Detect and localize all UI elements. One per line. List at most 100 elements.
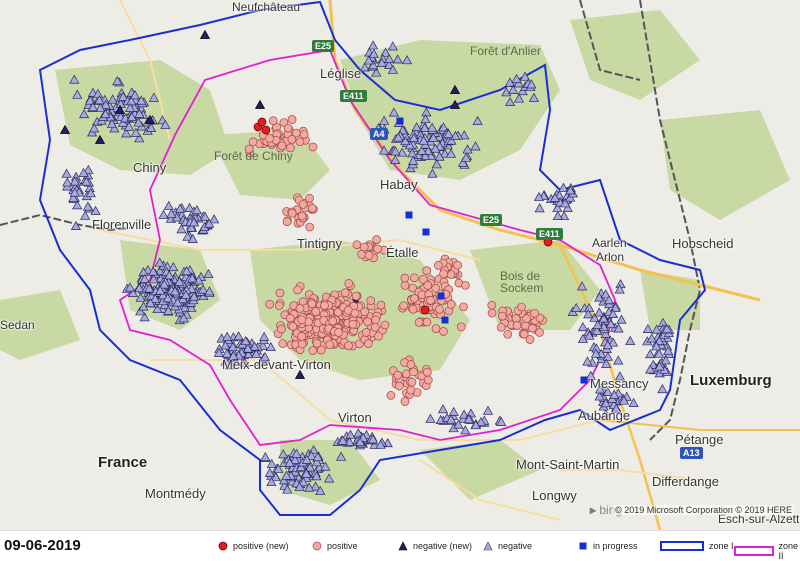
place-france: France xyxy=(98,454,148,471)
negative-marker xyxy=(625,335,636,345)
place-habay: Habay xyxy=(380,177,418,192)
place-sedan: Sedan xyxy=(0,318,35,332)
positive-marker xyxy=(386,391,396,400)
positive-marker xyxy=(528,323,537,333)
negative-marker xyxy=(534,203,545,213)
positive-marker xyxy=(274,301,284,311)
negative-marker xyxy=(163,200,174,210)
legend-zone-ii-label: zone II xyxy=(778,541,799,561)
positive-marker xyxy=(287,115,297,124)
road-shield-e411-east: E411 xyxy=(536,228,563,240)
positive-marker xyxy=(461,280,470,290)
place-etalle: Étalle xyxy=(386,245,419,260)
legend-positive-new-label: positive (new) xyxy=(233,541,289,551)
positive-marker xyxy=(522,314,531,324)
positive-marker xyxy=(359,242,369,252)
negative-new-marker xyxy=(199,29,211,39)
positive-marker xyxy=(496,322,506,332)
place-florenville: Florenville xyxy=(92,217,152,232)
positive-marker xyxy=(364,251,374,260)
in-progress-marker-icon xyxy=(579,542,587,550)
positive-marker xyxy=(446,300,456,309)
in-progress-marker xyxy=(441,316,449,324)
positive-marker xyxy=(361,328,371,337)
in-progress-marker xyxy=(396,117,404,125)
positive-marker xyxy=(400,397,410,406)
positive-marker xyxy=(282,217,292,227)
positive-marker xyxy=(297,315,307,325)
positive-marker xyxy=(248,137,258,147)
positive-marker xyxy=(512,321,522,330)
negative-marker xyxy=(222,331,233,341)
road-shield-e25-east: E25 xyxy=(480,214,503,226)
positive-marker xyxy=(363,317,372,327)
legend-zone-i: zone I xyxy=(660,541,734,551)
positive-marker xyxy=(360,307,370,317)
positive-marker xyxy=(434,261,443,270)
positive-marker xyxy=(305,222,315,232)
positive-marker xyxy=(328,316,338,326)
negative-new-marker-icon xyxy=(398,541,408,551)
place-arlon: Arlon xyxy=(596,250,625,264)
positive-marker xyxy=(278,339,288,348)
map-copyright: © 2019 Microsoft Corporation © 2019 HERE xyxy=(613,505,794,515)
positive-marker xyxy=(352,240,362,250)
negative-marker xyxy=(448,406,459,416)
positive-marker xyxy=(298,200,308,209)
negative-marker xyxy=(437,404,449,414)
zone-i-swatch xyxy=(660,541,704,551)
positive-marker xyxy=(299,130,309,139)
positive-marker xyxy=(287,135,297,144)
road-shield-e25-north: E25 xyxy=(312,40,335,52)
positive-marker xyxy=(406,360,416,369)
in-progress-marker xyxy=(422,228,430,236)
positive-marker xyxy=(393,370,403,380)
positive-marker xyxy=(459,302,468,312)
positive-marker xyxy=(311,307,321,317)
positive-marker xyxy=(288,322,298,331)
positive-marker xyxy=(297,211,307,221)
positive-marker xyxy=(275,288,285,298)
positive-marker xyxy=(265,299,275,309)
positive-marker xyxy=(297,332,307,341)
positive-marker xyxy=(503,329,513,339)
positive-marker xyxy=(422,317,432,327)
positive-marker xyxy=(414,317,424,327)
positive-marker xyxy=(422,266,432,275)
negative-marker xyxy=(425,413,436,423)
legend-negative: negative xyxy=(483,541,532,551)
place-chiny: Chiny xyxy=(133,160,167,175)
legend-positive-new: positive (new) xyxy=(218,541,289,551)
positive-marker xyxy=(497,311,507,321)
map-view[interactable]: Forêt d'Anlier Léglise Chiny Forêt de Ch… xyxy=(0,0,800,530)
zone-ii-swatch xyxy=(734,546,774,556)
positive-marker xyxy=(277,324,286,334)
positive-marker xyxy=(530,308,540,318)
positive-marker xyxy=(308,346,318,355)
positive-marker xyxy=(308,142,318,152)
place-aubange: Aubange xyxy=(578,408,631,423)
positive-marker xyxy=(305,193,314,203)
place-longwy: Longwy xyxy=(532,488,577,503)
negative-marker xyxy=(613,355,624,365)
legend-in-progress: in progress xyxy=(578,541,638,551)
positive-marker xyxy=(456,322,466,332)
positive-marker xyxy=(340,288,350,298)
positive-marker xyxy=(351,291,361,301)
negative-marker xyxy=(80,210,91,220)
positive-marker xyxy=(370,322,380,332)
positive-new-marker xyxy=(261,125,271,135)
negative-marker xyxy=(594,307,605,317)
positive-marker xyxy=(348,319,358,329)
positive-marker xyxy=(519,329,529,339)
legend-positive: positive xyxy=(312,541,358,551)
positive-marker xyxy=(307,203,317,213)
legend-zone-i-label: zone I xyxy=(709,541,734,551)
place-aarlen: Aarlen xyxy=(592,236,627,250)
positive-marker xyxy=(265,134,274,143)
positive-marker xyxy=(312,339,322,348)
positive-marker xyxy=(435,304,444,314)
negative-marker xyxy=(260,452,271,462)
positive-marker xyxy=(373,244,382,254)
date-label: 09-06-2019 xyxy=(4,537,81,554)
